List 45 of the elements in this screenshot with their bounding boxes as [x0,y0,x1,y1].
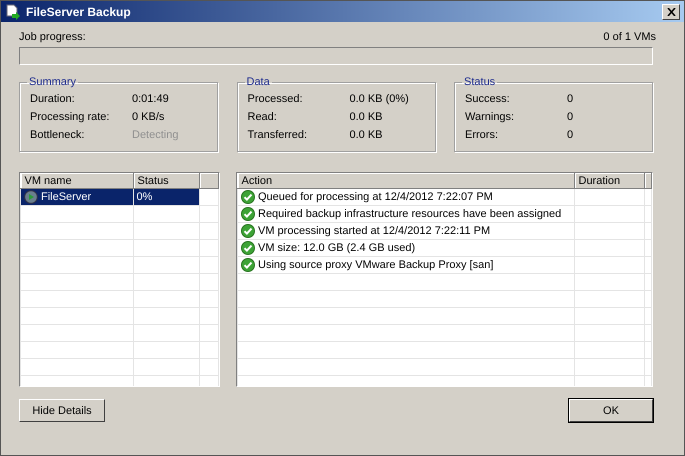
field-label: Warnings: [465,111,516,123]
field-label: Processed: [248,93,304,105]
vm-name: FileServer [41,191,92,203]
field-label: Processing rate: [30,111,110,123]
check-icon [241,207,255,221]
column-header[interactable]: Status [133,173,199,188]
close-icon [666,8,676,16]
hide-details-button[interactable]: Hide Details [19,399,105,422]
vm-status: 0% [136,191,152,203]
field-label: Bottleneck: [30,129,86,141]
group-title: Status [463,76,496,88]
ok-button[interactable]: OK [569,399,653,422]
action-text: Required backup infrastructure resources have been assigned [258,208,562,220]
window-title: FileServer Backup [26,4,132,18]
field-label: Errors: [465,129,499,141]
check-icon [241,258,255,272]
field-value: 0 [567,111,574,123]
play-icon [24,190,38,204]
column-header[interactable]: VM name [20,173,133,188]
field-label: Duration: [30,93,76,105]
field-value: 0 [567,93,574,105]
group-title: Summary [28,76,78,88]
vm-count: 0 of 1 VMs [603,31,656,43]
group-title: Data [246,76,271,88]
field-label: Read: [248,111,278,123]
check-icon [241,224,255,238]
action-text: VM size: 12.0 GB (2.4 GB used) [258,242,416,254]
action-text: Queued for processing at 12/4/2012 7:22:07 PM [258,191,493,203]
field-value: 0.0 KB [350,111,383,123]
field-value: 0:01:49 [132,93,169,105]
field-value: 0 KB/s [132,111,164,123]
close-button[interactable] [662,4,680,20]
field-value: 0.0 KB [350,129,383,141]
field-label: Success: [465,93,511,105]
check-icon [241,190,255,204]
column-header[interactable]: Action [238,173,574,188]
action-text: Using source proxy VMware Backup Proxy [san] [258,259,494,271]
job-progress-label: Job progress: [19,31,86,43]
column-header[interactable]: Duration [574,173,644,188]
check-icon [241,241,255,255]
field-value: 0 [567,129,574,141]
field-value: 0.0 KB (0%) [350,93,409,105]
document-arrow-icon [5,4,21,20]
action-text: VM processing started at 12/4/2012 7:22:11 PM [258,225,490,237]
field-label: Transferred: [248,129,308,141]
